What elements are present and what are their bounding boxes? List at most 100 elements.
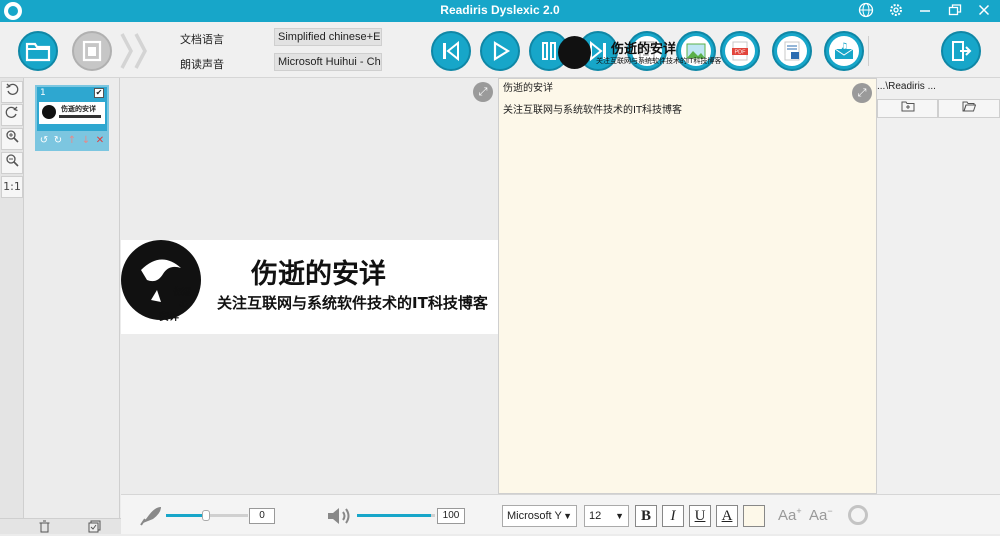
rocket-speed-icon (140, 507, 161, 526)
thumbnail-subtitle-line (59, 115, 101, 118)
output-panel: ...\Readiris ... (877, 78, 1000, 534)
font-name-value: Microsoft Y (507, 510, 562, 522)
thumbnail-actions-bar (0, 518, 121, 534)
main-toolbar: 文档语言 Simplified chinese+Engli 朗读声音 Micro… (0, 22, 1000, 78)
open-folder-button[interactable] (938, 99, 1000, 118)
window-title: Readiris Dyslexic 2.0 (440, 3, 560, 17)
close-icon[interactable] (975, 2, 993, 20)
text-line-1: 伤逝的安详 (503, 83, 553, 94)
font-name-select[interactable]: Microsoft Y ▼ (502, 505, 577, 527)
volume-slider-fill (357, 514, 432, 517)
export-audio-button[interactable]: ♫ (824, 31, 864, 71)
thumbnail-header: 1 ✔ 伤逝的安详 (37, 87, 107, 131)
exit-icon (952, 41, 972, 61)
logo-emblem (558, 36, 591, 69)
decrease-font-button[interactable]: Aa− (809, 506, 833, 524)
export-pdf-button[interactable]: PDF (720, 31, 760, 71)
actual-size-button[interactable]: 1:1 (1, 176, 23, 198)
logo-emblem (42, 105, 56, 119)
logo-text-line3: 安详 (159, 312, 179, 323)
rotate-right-icon[interactable] (1, 104, 23, 126)
chevron-down-icon: ▼ (563, 511, 572, 521)
thumbnail-preview: 伤逝的安详 (39, 102, 105, 124)
logo-text-line2: の (179, 300, 189, 310)
title-bar: Readiris Dyslexic 2.0 (0, 0, 1000, 22)
image-view: ⤢ 伤逝 の 安详 伤逝的安详 关注互联网与系统软件技术的IT科技博客 (121, 78, 498, 494)
zoom-out-icon[interactable] (1, 152, 23, 174)
output-path: ...\Readiris ... (877, 81, 936, 92)
open-folder-icon (962, 101, 977, 112)
arrow-down-icon[interactable]: ↓ (82, 135, 90, 146)
toolbar-divider (868, 36, 869, 66)
speed-slider-fill (166, 514, 207, 517)
play-icon (493, 41, 511, 61)
new-folder-button[interactable] (877, 99, 938, 118)
font-color-button[interactable]: A (716, 505, 738, 527)
pdf-icon: PDF (725, 36, 755, 66)
chevron-down-icon: ▼ (615, 511, 624, 521)
document-language-select[interactable]: Simplified chinese+Engli (274, 28, 382, 46)
new-folder-icon (901, 101, 914, 112)
document-language-label: 文档语言 (180, 33, 224, 46)
arrow-up-icon[interactable]: ↑ (68, 135, 76, 146)
underline-button[interactable]: U (689, 505, 711, 527)
overlay-logo-title: 伤逝的安详 (611, 42, 677, 57)
audio-mail-icon: ♫ (829, 36, 859, 66)
volume-value[interactable]: 100 (437, 508, 465, 524)
background-color-button[interactable] (743, 505, 765, 527)
chevron-right-icon (134, 33, 147, 69)
delete-icon[interactable]: ✕ (96, 135, 104, 146)
thumbnail-actions: ↺ ↻ ↑ ↓ ✕ (37, 131, 107, 149)
scanned-image: 伤逝 の 安详 伤逝的安详 关注互联网与系统软件技术的IT科技博客 (121, 240, 498, 334)
increase-font-label: Aa (778, 507, 797, 524)
globe-icon[interactable] (857, 2, 875, 20)
volume-icon (328, 508, 350, 524)
image-title: 伤逝的安详 (251, 259, 386, 290)
zoom-in-icon[interactable] (1, 128, 23, 150)
export-word-button[interactable] (772, 31, 812, 71)
decrease-font-label: Aa (809, 507, 828, 524)
gear-icon[interactable] (887, 2, 905, 20)
exit-button[interactable] (941, 31, 981, 71)
open-file-button[interactable] (18, 31, 58, 71)
rotate-left-icon[interactable]: ↺ (40, 135, 48, 146)
speed-slider-handle[interactable] (202, 510, 210, 521)
reading-voice-select[interactable]: Microsoft Huihui - Chine (274, 53, 382, 71)
page-thumbnails-panel: 1 ✔ 伤逝的安详 ↺ ↻ ↑ ↓ ✕ (25, 78, 120, 518)
previous-button[interactable] (431, 31, 471, 71)
overlay-logo: 伤逝的安详 关注互联网与系统软件技术的IT科技博客 (558, 36, 721, 70)
italic-button[interactable]: I (662, 505, 684, 527)
rotate-right-icon[interactable]: ↻ (54, 135, 62, 146)
thumbnail-page-number: 1 (40, 88, 46, 98)
dyslexic-font-icon[interactable] (848, 505, 868, 525)
svg-text:♫: ♫ (840, 42, 848, 52)
chevron-right-icon (120, 33, 133, 69)
restore-icon[interactable] (946, 2, 964, 20)
skip-back-icon (443, 40, 459, 62)
thumbnail-checkbox[interactable]: ✔ (94, 88, 104, 98)
page-thumbnail[interactable]: 1 ✔ 伤逝的安详 ↺ ↻ ↑ ↓ ✕ (35, 85, 109, 151)
svg-text:PDF: PDF (735, 50, 747, 56)
image-subtitle: 关注互联网与系统软件技术的IT科技博客 (217, 294, 488, 312)
play-button[interactable] (480, 31, 520, 71)
expand-icon[interactable]: ⤢ (852, 83, 872, 103)
recognized-text-panel[interactable]: 伤逝的安详 关注互联网与系统软件技术的IT科技博客 ⤢ (498, 78, 877, 494)
scanner-icon (82, 40, 102, 62)
minimize-icon[interactable] (916, 2, 934, 20)
font-size-value: 12 (589, 510, 602, 522)
logo-emblem: 伤逝 の 安详 (121, 240, 201, 334)
scan-button[interactable] (72, 31, 112, 71)
word-document-icon (777, 36, 807, 66)
bold-button[interactable]: B (635, 505, 657, 527)
volume-slider[interactable] (357, 514, 435, 517)
pause-icon (542, 42, 556, 60)
thumbnail-title: 伤逝的安详 (61, 105, 96, 113)
folder-icon (25, 42, 51, 62)
overlay-logo-subtitle: 关注互联网与系统软件技术的IT科技博客 (596, 57, 722, 65)
increase-font-button[interactable]: Aa+ (778, 506, 802, 524)
expand-icon[interactable]: ⤢ (473, 82, 493, 102)
rotate-left-icon[interactable] (1, 81, 23, 103)
speed-value[interactable]: 0 (249, 508, 275, 524)
text-line-2: 关注互联网与系统软件技术的IT科技博客 (503, 105, 683, 116)
font-size-select[interactable]: 12 ▼ (584, 505, 629, 527)
